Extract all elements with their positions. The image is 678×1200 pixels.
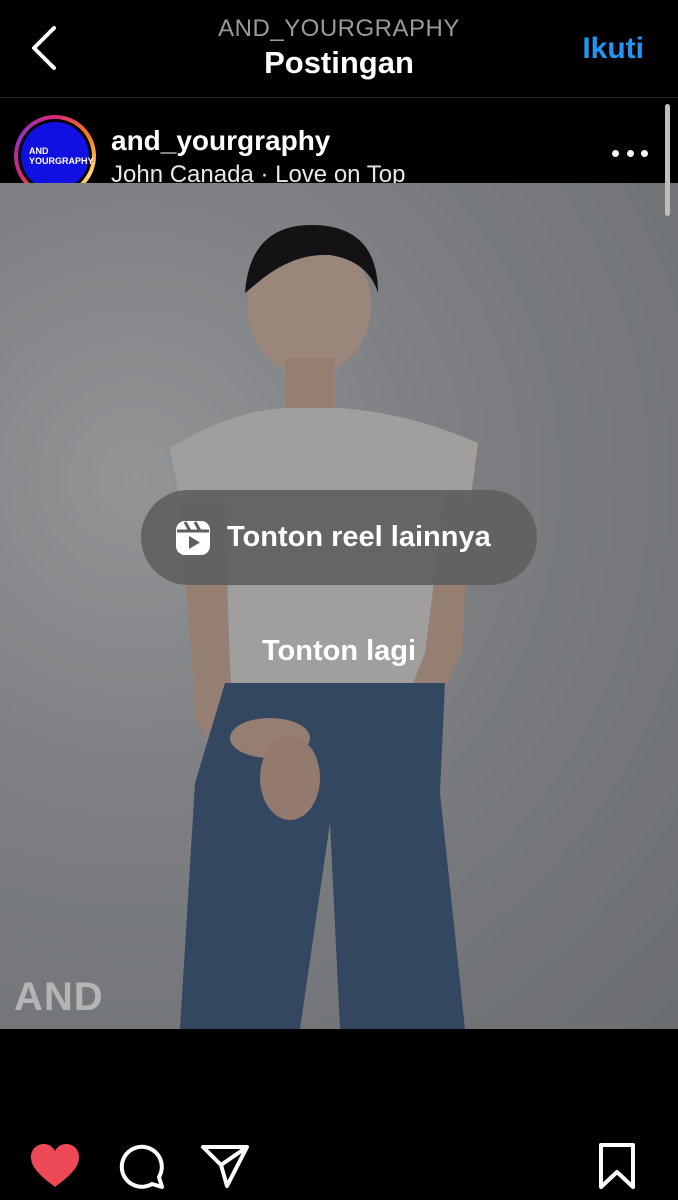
post-username[interactable]: and_yourgraphy [111, 125, 330, 157]
top-bar: AND_YOURGRAPHY Postingan Ikuti [0, 0, 678, 98]
reel-media[interactable]: AND Tonton reel lainnya Tonton lagi [0, 183, 678, 1029]
page-title: Postingan [264, 45, 414, 80]
send-icon [201, 1145, 249, 1188]
share-button[interactable] [197, 1140, 253, 1192]
replay-button[interactable]: Tonton lagi [0, 635, 678, 668]
avatar-text-line1: AND [29, 146, 49, 156]
watermark: AND [14, 975, 104, 1019]
comment-icon [119, 1144, 164, 1189]
reels-icon [176, 520, 210, 555]
follow-button[interactable]: Ikuti [582, 32, 644, 66]
action-bar [0, 1029, 678, 1200]
heart-filled-icon [31, 1144, 79, 1187]
avatar-text-line2: YOURGRAPHY. [29, 156, 96, 166]
header-titles: AND_YOURGRAPHY Postingan [150, 14, 528, 82]
back-button[interactable] [22, 24, 66, 72]
avatar-image: AND YOURGRAPHY. [21, 122, 96, 190]
dim-overlay [0, 183, 678, 1029]
watch-more-reels-button[interactable]: Tonton reel lainnya [141, 490, 537, 585]
post-header: AND YOURGRAPHY. and_yourgraphy John Cana… [0, 99, 678, 197]
more-options-icon[interactable] [612, 145, 648, 161]
comment-button[interactable] [113, 1140, 169, 1192]
like-button[interactable] [27, 1140, 83, 1192]
scrollbar[interactable] [665, 104, 670, 216]
save-button[interactable] [589, 1140, 645, 1192]
watch-more-reels-label: Tonton reel lainnya [227, 521, 491, 553]
bookmark-icon [599, 1143, 635, 1189]
account-handle: AND_YOURGRAPHY [218, 15, 460, 42]
chevron-left-icon [32, 26, 56, 70]
